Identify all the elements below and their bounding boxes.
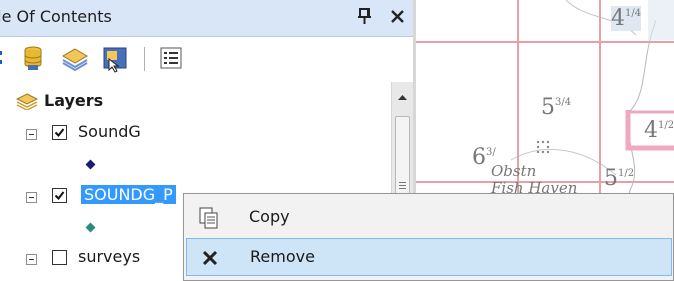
collapse-toggle[interactable] [26,192,37,203]
collapse-toggle[interactable] [26,129,37,140]
layer-visibility-checkbox[interactable] [52,250,67,265]
layer-row-surveys[interactable]: surveys [0,245,180,273]
options-icon[interactable] [156,43,186,73]
layer-label: SoundG [78,122,141,141]
list-by-visibility-icon[interactable] [60,43,90,73]
menu-item-remove[interactable]: Remove [186,238,672,276]
context-menu: Copy Remove [183,193,674,281]
pin-icon[interactable] [356,6,376,28]
layer-row-soundg[interactable]: SoundG [0,120,380,148]
layer-label-selected: SOUNDG_P [81,185,176,204]
grip-icon [399,182,406,189]
menu-item-label: Copy [249,207,290,226]
list-by-drawing-order-icon[interactable] [0,43,10,73]
sounding-label: 51/2 [604,166,635,191]
layers-icon [16,93,38,110]
menu-item-label: Remove [250,247,315,266]
point-symbol[interactable] [85,222,96,233]
point-symbol[interactable] [85,159,96,170]
checkmark-icon [54,191,65,201]
tree-root-layers[interactable]: Layers [0,90,380,118]
layer-visibility-checkbox[interactable] [52,188,67,203]
toolbar-separator [144,47,145,71]
menu-item-copy[interactable]: Copy [186,199,672,237]
scroll-up-arrow-icon[interactable] [392,86,413,108]
collapse-toggle[interactable] [26,254,37,265]
list-by-source-icon[interactable] [18,43,48,73]
toc-title: ble Of Contents [0,7,112,26]
remove-icon [202,250,218,266]
obstruction-label: Obstn [491,162,537,180]
sounding-label: 41/2 [644,118,674,143]
toc-toolbar [0,37,413,81]
sounding-label: 53/4 [541,95,572,120]
sounding-label: 41/4 [611,6,642,31]
layer-visibility-checkbox[interactable] [52,125,67,140]
close-icon[interactable] [388,6,408,28]
layer-label: surveys [78,247,141,266]
copy-icon [199,207,218,229]
toc-title-bar[interactable]: ble Of Contents [0,0,413,37]
tree-root-label: Layers [44,91,104,110]
list-by-selection-icon[interactable] [100,43,130,73]
checkmark-icon [54,128,65,138]
